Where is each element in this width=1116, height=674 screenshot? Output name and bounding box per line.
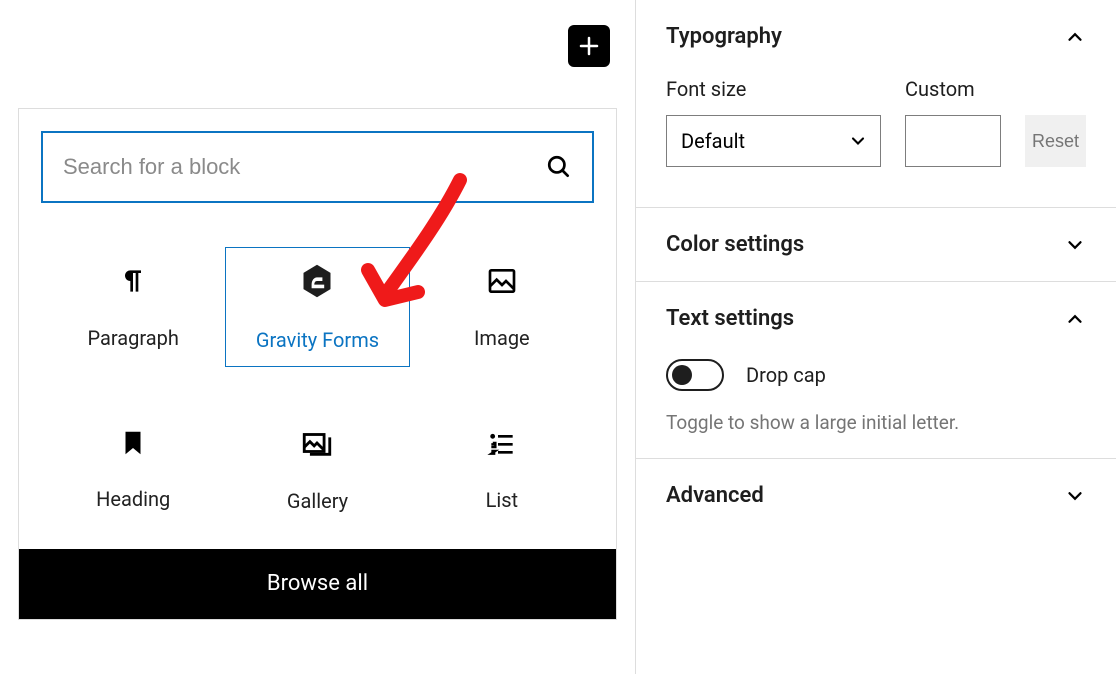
search-icon [546, 154, 572, 180]
chevron-down-icon [1064, 234, 1086, 256]
reset-button[interactable]: Reset [1025, 115, 1086, 167]
font-size-value: Default [681, 129, 745, 153]
paragraph-icon [117, 265, 149, 302]
panel-title: Advanced [666, 483, 764, 508]
block-label: Heading [96, 487, 170, 511]
text-settings-panel: Text settings Drop cap Toggle to show a … [636, 282, 1116, 459]
add-block-button[interactable] [568, 25, 610, 67]
panel-title: Typography [666, 24, 782, 49]
block-label: Gallery [287, 489, 348, 513]
settings-sidebar: Typography Font size Default Custom Rese… [635, 0, 1116, 674]
custom-size-label: Custom [905, 77, 1001, 101]
chevron-down-icon [848, 131, 868, 151]
block-search-field[interactable] [41, 131, 594, 203]
browse-all-button[interactable]: Browse all [19, 549, 616, 619]
gravity-forms-icon [299, 263, 335, 304]
list-icon [486, 427, 518, 464]
toggle-knob [672, 365, 692, 385]
block-gravity-forms[interactable]: Gravity Forms [225, 247, 409, 367]
color-settings-panel: Color settings [636, 208, 1116, 282]
block-gallery[interactable]: Gallery [225, 409, 409, 529]
chevron-down-icon [1064, 485, 1086, 507]
block-label: Image [474, 326, 530, 350]
block-list: Paragraph Gravity Forms Image Heading [19, 213, 616, 549]
color-settings-header[interactable]: Color settings [666, 232, 1086, 257]
advanced-header[interactable]: Advanced [666, 483, 1086, 508]
gallery-icon [300, 426, 334, 465]
chevron-up-icon [1064, 308, 1086, 330]
block-list[interactable]: List [410, 409, 594, 529]
font-size-select[interactable]: Default [666, 115, 881, 167]
panel-title: Text settings [666, 306, 794, 331]
block-label: Gravity Forms [256, 328, 379, 352]
typography-header[interactable]: Typography [666, 24, 1086, 49]
text-settings-header[interactable]: Text settings [666, 306, 1086, 331]
block-label: List [486, 488, 519, 512]
font-size-label: Font size [666, 77, 881, 101]
drop-cap-description: Toggle to show a large initial letter. [666, 411, 1086, 434]
custom-size-input[interactable] [905, 115, 1001, 167]
block-heading[interactable]: Heading [41, 409, 225, 529]
drop-cap-toggle[interactable] [666, 359, 724, 391]
block-inserter-panel: Paragraph Gravity Forms Image Heading [18, 108, 617, 620]
advanced-panel: Advanced [636, 459, 1116, 532]
search-input[interactable] [63, 154, 546, 180]
block-paragraph[interactable]: Paragraph [41, 247, 225, 367]
chevron-up-icon [1064, 26, 1086, 48]
plus-icon [577, 34, 601, 58]
block-image[interactable]: Image [410, 247, 594, 367]
bookmark-icon [118, 428, 148, 463]
panel-title: Color settings [666, 232, 804, 257]
image-icon [486, 265, 518, 302]
drop-cap-label: Drop cap [746, 363, 826, 387]
typography-panel: Typography Font size Default Custom Rese… [636, 0, 1116, 208]
block-label: Paragraph [87, 326, 178, 350]
